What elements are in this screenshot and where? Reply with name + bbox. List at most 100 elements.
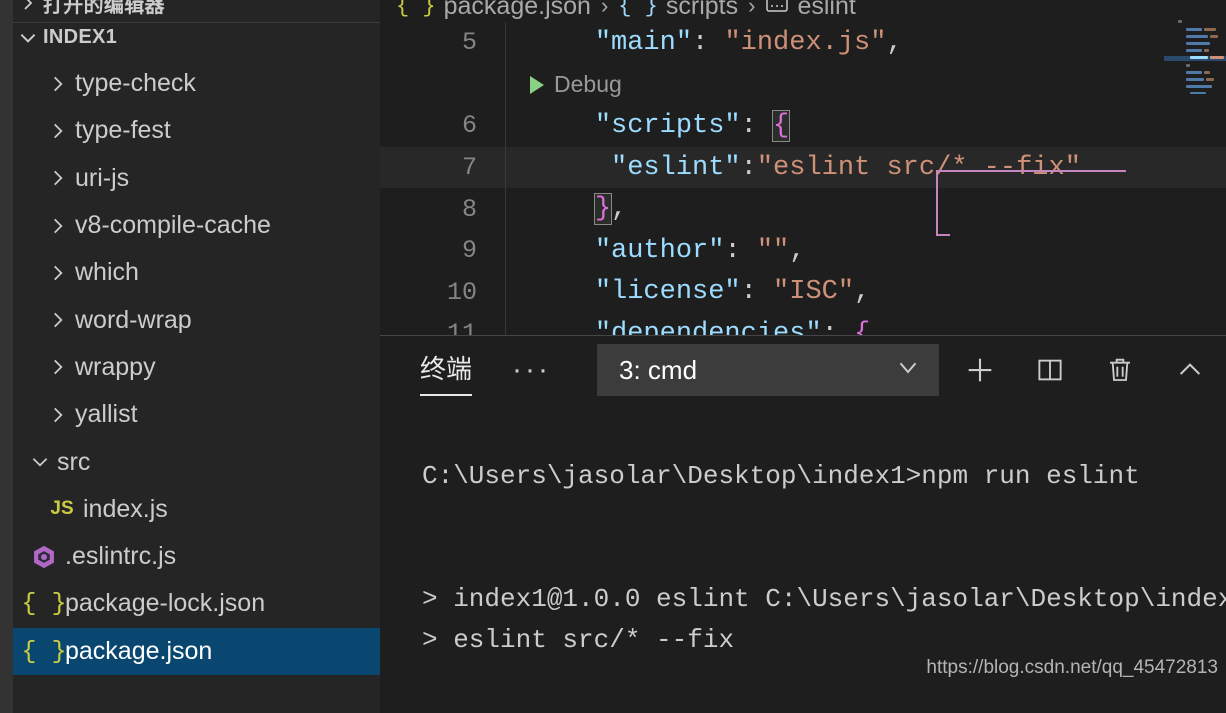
- minimap-line: [1178, 20, 1182, 23]
- json-file-icon: { }: [21, 636, 67, 666]
- code-token: {: [854, 318, 871, 335]
- json-file-icon: { }: [396, 0, 436, 19]
- code-text: "eslint":"eslint src/* --fix": [506, 153, 1081, 183]
- maximize-panel-button[interactable]: [1172, 352, 1208, 388]
- split-terminal-button[interactable]: [1032, 352, 1068, 388]
- tree-item-label: src: [57, 447, 91, 476]
- breadcrumb-item[interactable]: { } scripts: [618, 0, 738, 21]
- code-token: "eslint src/* --fix": [756, 152, 1081, 183]
- section-open-editors[interactable]: 打开的编辑器: [13, 0, 380, 18]
- tree-item[interactable]: JS index.js: [13, 486, 380, 533]
- tree-item[interactable]: type-check: [13, 60, 380, 107]
- activity-bar[interactable]: [0, 0, 13, 713]
- tree-item[interactable]: { } package-lock.json: [13, 580, 380, 627]
- codelens-debug-link[interactable]: Debug: [506, 71, 622, 98]
- line-number: 7: [461, 153, 477, 183]
- code-token: "dependencies": [594, 318, 822, 335]
- tree-item[interactable]: src: [13, 438, 380, 485]
- tree-item[interactable]: type-fest: [13, 107, 380, 154]
- code-line[interactable]: 7 "eslint":"eslint src/* --fix": [380, 146, 1226, 189]
- chevron-right-icon: [41, 309, 75, 331]
- minimap[interactable]: [1164, 14, 1226, 94]
- tree-item-label: package.json: [65, 636, 213, 665]
- breadcrumb-item[interactable]: eslint: [765, 0, 856, 21]
- tree-item[interactable]: yallist: [13, 391, 380, 438]
- tree-item[interactable]: { } package.json: [13, 627, 380, 675]
- abc-icon: [765, 0, 789, 21]
- tree-item[interactable]: v8-compile-cache: [13, 202, 380, 249]
- code-line[interactable]: 8 },: [380, 188, 1226, 230]
- minimap-line: [1186, 49, 1202, 52]
- panel-more-button[interactable]: ···: [512, 355, 551, 385]
- code-token: "eslint": [611, 152, 741, 183]
- code-editor[interactable]: 5 "main": "index.js", Debug 6 "scripts": {…: [380, 22, 1226, 335]
- chevron-down-icon: [23, 451, 57, 473]
- tree-item-label: which: [75, 258, 139, 287]
- code-line[interactable]: 11 "dependencies": {: [380, 313, 1226, 335]
- tree-item[interactable]: uri-js: [13, 155, 380, 202]
- section-open-editors-label: 打开的编辑器: [43, 0, 165, 17]
- minimap-line: [1190, 92, 1206, 94]
- code-token: "scripts": [594, 110, 741, 141]
- tree-item[interactable]: which: [13, 249, 380, 296]
- minimap-line: [1186, 42, 1210, 45]
- code-line[interactable]: 5 "main": "index.js",: [380, 22, 1226, 64]
- play-icon: [530, 75, 544, 94]
- line-number: 6: [461, 111, 477, 141]
- bracket-guide-bottom: [936, 234, 950, 236]
- kill-terminal-button[interactable]: [1102, 352, 1138, 388]
- terminal-panel: 终端 ··· 3: cmd C:\Users\jasolar\Desktop\i…: [380, 335, 1226, 713]
- tab-terminal-label: 终端: [420, 353, 473, 384]
- tree-item-label: type-check: [75, 69, 196, 98]
- code-token: ,: [611, 194, 628, 225]
- minimap-line: [1186, 35, 1208, 38]
- code-token: :: [740, 277, 774, 308]
- code-line[interactable]: 6 "scripts": {: [380, 105, 1226, 147]
- breadcrumb-label: eslint: [797, 0, 856, 20]
- chevron-right-icon: [41, 120, 75, 142]
- tree-item[interactable]: .eslintrc.js: [13, 533, 380, 580]
- breadcrumb-label: scripts: [665, 0, 739, 20]
- code-text: "author": "",: [506, 235, 806, 266]
- minimap-line: [1210, 56, 1224, 59]
- tree-item-label: v8-compile-cache: [75, 211, 271, 240]
- code-token: :: [821, 318, 855, 335]
- breadcrumb-item[interactable]: { } package.json: [396, 0, 591, 21]
- breadcrumb-separator: ›: [748, 0, 756, 18]
- tree-item[interactable]: wrappy: [13, 344, 380, 391]
- minimap-line: [1206, 78, 1214, 81]
- code-token: "": [756, 235, 790, 266]
- json-file-icon: { }: [21, 589, 67, 619]
- breadcrumb[interactable]: { } package.json › { } scripts › eslint: [380, 0, 1226, 22]
- code-line[interactable]: 10 "license": "ISC",: [380, 271, 1226, 314]
- section-folder-label: INDEX1: [43, 26, 118, 48]
- code-token: :: [692, 27, 725, 58]
- section-folder-index1[interactable]: INDEX1: [13, 22, 380, 52]
- line-number: 10: [446, 277, 477, 307]
- explorer-sidebar: 打开的编辑器 INDEX1 type-check type-fest uri-js v…: [0, 0, 380, 713]
- terminal-line: > eslint src/* --fix: [422, 625, 735, 655]
- tab-terminal[interactable]: 终端: [420, 349, 473, 396]
- minimap-line: [1186, 71, 1202, 74]
- codelens-row: Debug: [380, 63, 1226, 106]
- editor-pane: { } package.json › { } scripts › eslint 5 "mai…: [380, 0, 1226, 335]
- code-token: ,: [886, 27, 903, 58]
- code-line[interactable]: 9 "author": "",: [380, 229, 1226, 272]
- terminal-select[interactable]: 3: cmd: [597, 344, 939, 396]
- code-token: ,: [854, 277, 871, 308]
- minimap-line: [1186, 85, 1212, 88]
- chevron-down-icon: [13, 27, 43, 49]
- line-number: 9: [461, 236, 477, 266]
- chevron-right-icon: [41, 215, 75, 237]
- bracket-guide-top: [936, 170, 1126, 172]
- tab-active-indicator: [420, 393, 473, 396]
- tree-item[interactable]: word-wrap: [13, 296, 380, 343]
- codelens-label: Debug: [554, 70, 622, 97]
- new-terminal-button[interactable]: [962, 352, 998, 388]
- file-tree: type-check type-fest uri-js v8-compile-cach…: [13, 60, 380, 713]
